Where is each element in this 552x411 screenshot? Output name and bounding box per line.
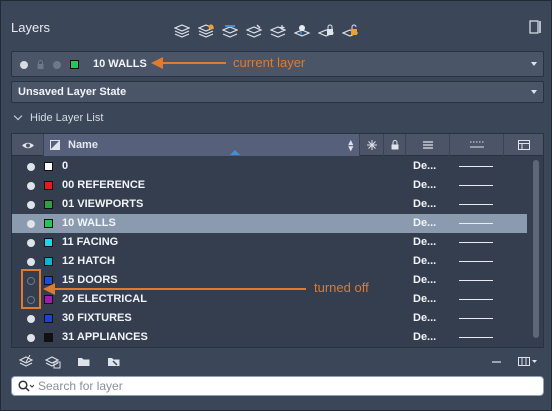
turned-off-annotation: turned off: [314, 280, 369, 295]
turned-off-highlight-box: [21, 269, 41, 309]
layers-palette: Layers 10 WALLS Unsaved Layer State Hide…: [0, 0, 552, 411]
current-layer-annotation: current layer: [233, 55, 306, 70]
